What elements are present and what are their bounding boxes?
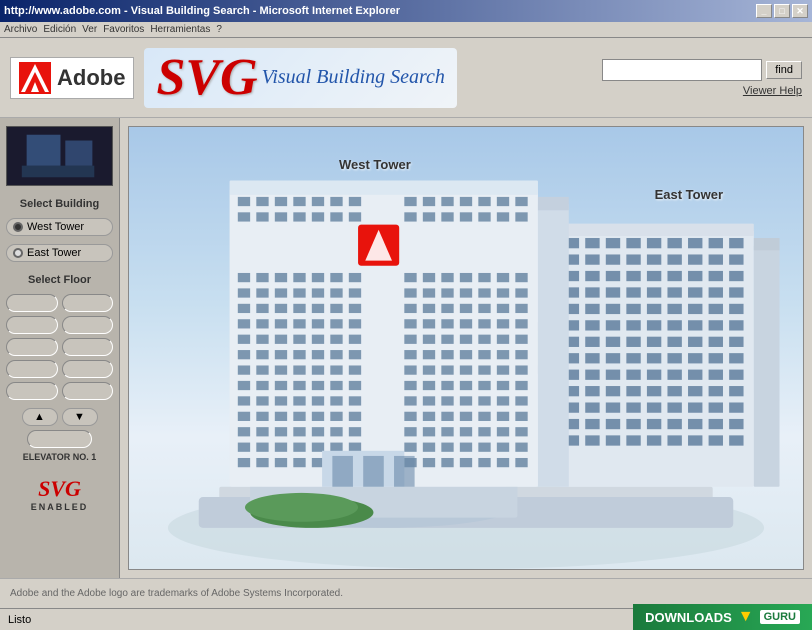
menu-help[interactable]: ? [216,24,222,35]
window-title: http://www.adobe.com - Visual Building S… [4,5,400,17]
status-bar: Listo Internet DOWNLOADS ▼ GURU [0,608,812,630]
elevator-down-btn[interactable]: ▼ [62,408,98,426]
elevator-label: ELEVATOR NO. 1 [23,452,97,462]
downloads-arrow-icon: ▼ [738,608,754,626]
building-illustration [129,127,803,569]
east-tower-radio[interactable]: East Tower [6,244,113,262]
downloads-text: DOWNLOADS [645,610,732,625]
mini-map [6,126,113,186]
visual-building-tagline: Visual Building Search [262,66,445,89]
maximize-btn[interactable]: □ [774,4,790,18]
svg-enabled-section: SVG ENABLED [6,476,113,512]
east-tower-label: East Tower [27,247,81,259]
main-content: Select Building West Tower East Tower Se… [0,118,812,578]
menu-tools[interactable]: Herramientas [150,24,210,35]
find-button[interactable]: find [766,61,802,79]
header-branding: Adobe SVG Visual Building Search [10,48,457,108]
floor-btn-3[interactable] [6,316,58,334]
building-view: West Tower East Tower [128,126,804,570]
svg-enabled-text: SVG [6,476,113,502]
minimize-btn[interactable]: _ [756,4,772,18]
floor-btn-4[interactable] [62,316,114,334]
enabled-text: ENABLED [6,502,113,512]
select-floor-label: Select Floor [6,274,113,286]
viewer-help-link[interactable]: Viewer Help [743,85,802,97]
search-input[interactable] [602,59,762,81]
floor-btn-6[interactable] [62,338,114,356]
status-item-ready: Listo [8,614,31,626]
title-bar: http://www.adobe.com - Visual Building S… [0,0,812,22]
search-row: find [602,59,802,81]
floor-btn-8[interactable] [62,360,114,378]
elevator-up-btn[interactable]: ▲ [22,408,58,426]
floor-btn-7[interactable] [6,360,58,378]
west-tower-radio-dot [13,222,23,232]
title-bar-buttons[interactable]: _ □ ✕ [756,4,808,18]
adobe-text: Adobe [57,65,125,91]
west-tower-radio[interactable]: West Tower [6,218,113,236]
left-panel: Select Building West Tower East Tower Se… [0,118,120,578]
elevator-section: ▲ ▼ ELEVATOR NO. 1 [6,408,113,462]
menu-view[interactable]: Ver [82,24,97,35]
close-btn[interactable]: ✕ [792,4,808,18]
east-tower-radio-dot [13,248,23,258]
elevator-center-btn[interactable] [27,430,91,448]
elevator-controls: ▲ ▼ [22,408,98,426]
status-text: Listo [8,614,31,626]
west-tower-label: West Tower [27,221,84,233]
svg-header-logo: SVG [156,52,257,104]
adobe-icon [19,62,51,94]
floor-btn-5[interactable] [6,338,58,356]
floor-btn-10[interactable] [62,382,114,400]
downloads-guru-bar: DOWNLOADS ▼ GURU [633,604,812,630]
menu-favorites[interactable]: Favoritos [103,24,144,35]
floor-btn-9[interactable] [6,382,58,400]
browser-toolbar: Archivo Edición Ver Favoritos Herramient… [0,22,812,38]
guru-text: GURU [760,610,800,624]
trademark-text: Adobe and the Adobe logo are trademarks … [10,588,343,599]
floor-grid [6,294,113,400]
floor-btn-2[interactable] [62,294,114,312]
adobe-logo-container: Adobe [10,57,134,99]
menu-file[interactable]: Archivo [4,24,37,35]
menu-edit[interactable]: Edición [43,24,76,35]
header-area: Adobe SVG Visual Building Search find Vi… [0,38,812,118]
header-right: find Viewer Help [602,59,802,97]
select-building-label: Select Building [6,198,113,210]
floor-btn-1[interactable] [6,294,58,312]
